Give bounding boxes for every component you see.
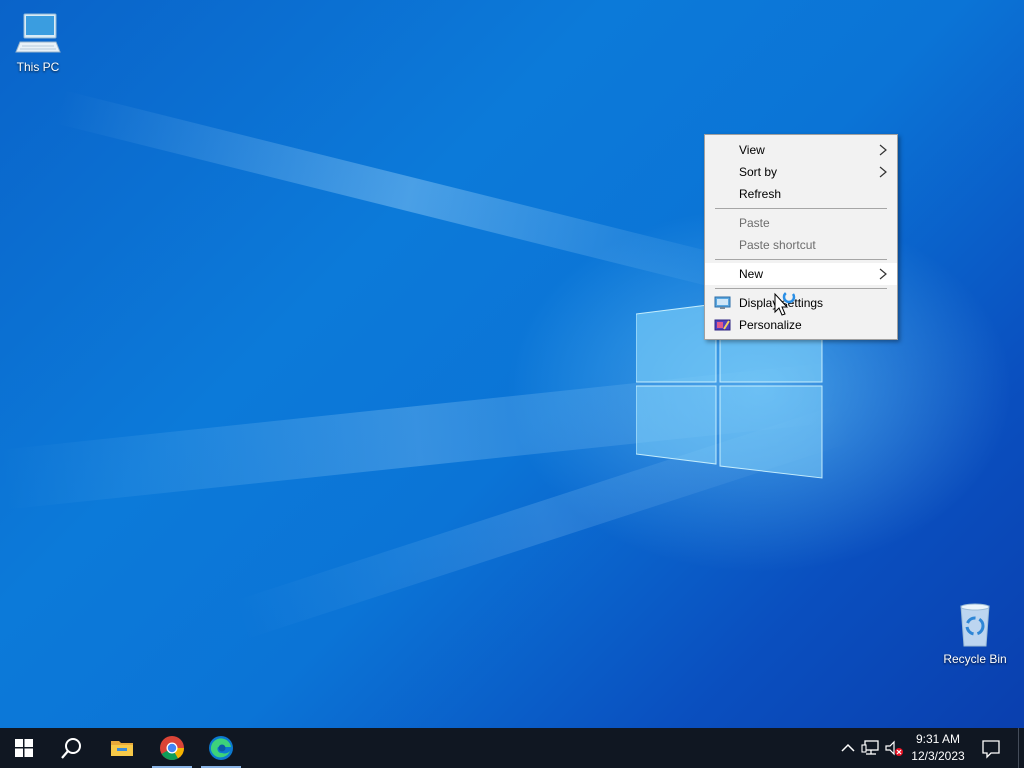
menu-item-sort-by-label: Sort by (739, 165, 778, 179)
volume-muted-icon[interactable] (884, 738, 904, 758)
windows-start-icon (15, 739, 33, 757)
menu-item-personalize[interactable]: Personalize (705, 314, 897, 336)
show-desktop-button[interactable] (1018, 728, 1024, 768)
edge-icon (209, 736, 233, 760)
menu-item-sort-by[interactable]: Sort by (705, 161, 897, 183)
file-explorer-button[interactable] (98, 728, 146, 768)
wallpaper-light-beam (233, 403, 855, 640)
taskbar: 9:31 AM 12/3/2023 (0, 728, 1024, 768)
chrome-icon (160, 736, 184, 761)
menu-item-paste-shortcut: Paste shortcut (705, 234, 897, 256)
desktop[interactable]: This PC Recycle Bin View Sort by Refresh… (0, 0, 1024, 728)
start-button[interactable] (0, 728, 48, 768)
clock-time: 9:31 AM (915, 732, 961, 746)
this-pc-icon[interactable]: This PC (0, 10, 76, 74)
network-icon[interactable] (861, 738, 881, 758)
menu-item-paste-shortcut-label: Paste shortcut (739, 238, 816, 252)
menu-separator (715, 208, 887, 209)
computer-icon (15, 13, 61, 53)
chevron-right-icon (879, 144, 887, 156)
edge-button[interactable] (197, 728, 245, 768)
menu-separator (715, 288, 887, 289)
chrome-button[interactable] (148, 728, 196, 768)
search-icon (61, 738, 81, 759)
notification-icon[interactable] (978, 734, 1004, 762)
menu-item-paste: Paste (705, 212, 897, 234)
menu-item-display-settings-label: Display settings (739, 296, 824, 310)
chevron-right-icon (879, 268, 887, 280)
menu-item-refresh[interactable]: Refresh (705, 183, 897, 205)
menu-separator (715, 259, 887, 260)
menu-item-refresh-label: Refresh (739, 187, 782, 201)
chevron-up-icon[interactable] (838, 738, 858, 758)
system-clock[interactable]: 9:31 AM 12/3/2023 (904, 731, 972, 765)
recycle-bin-icon[interactable]: Recycle Bin (937, 602, 1013, 666)
personalize-icon (714, 319, 731, 331)
menu-item-view-label: View (739, 143, 765, 157)
chevron-right-icon (879, 166, 887, 178)
wallpaper-light-beam (55, 90, 763, 298)
recycle-bin-label: Recycle Bin (943, 652, 1007, 666)
menu-item-new[interactable]: New (705, 263, 897, 285)
search-button[interactable] (48, 728, 96, 768)
menu-item-personalize-label: Personalize (739, 318, 802, 332)
menu-item-display-settings[interactable]: Display settings (705, 292, 897, 314)
clock-date: 12/3/2023 (911, 749, 965, 763)
display-icon (714, 296, 731, 309)
recycle-bin-image-icon (960, 603, 990, 647)
folder-icon (111, 741, 133, 756)
desktop-context-menu: View Sort by Refresh Paste Paste shortcu… (704, 134, 898, 340)
menu-item-view[interactable]: View (705, 139, 897, 161)
this-pc-label: This PC (16, 60, 60, 74)
wallpaper-light-beam (0, 362, 839, 510)
menu-item-paste-label: Paste (739, 216, 770, 230)
menu-item-new-label: New (739, 267, 764, 281)
